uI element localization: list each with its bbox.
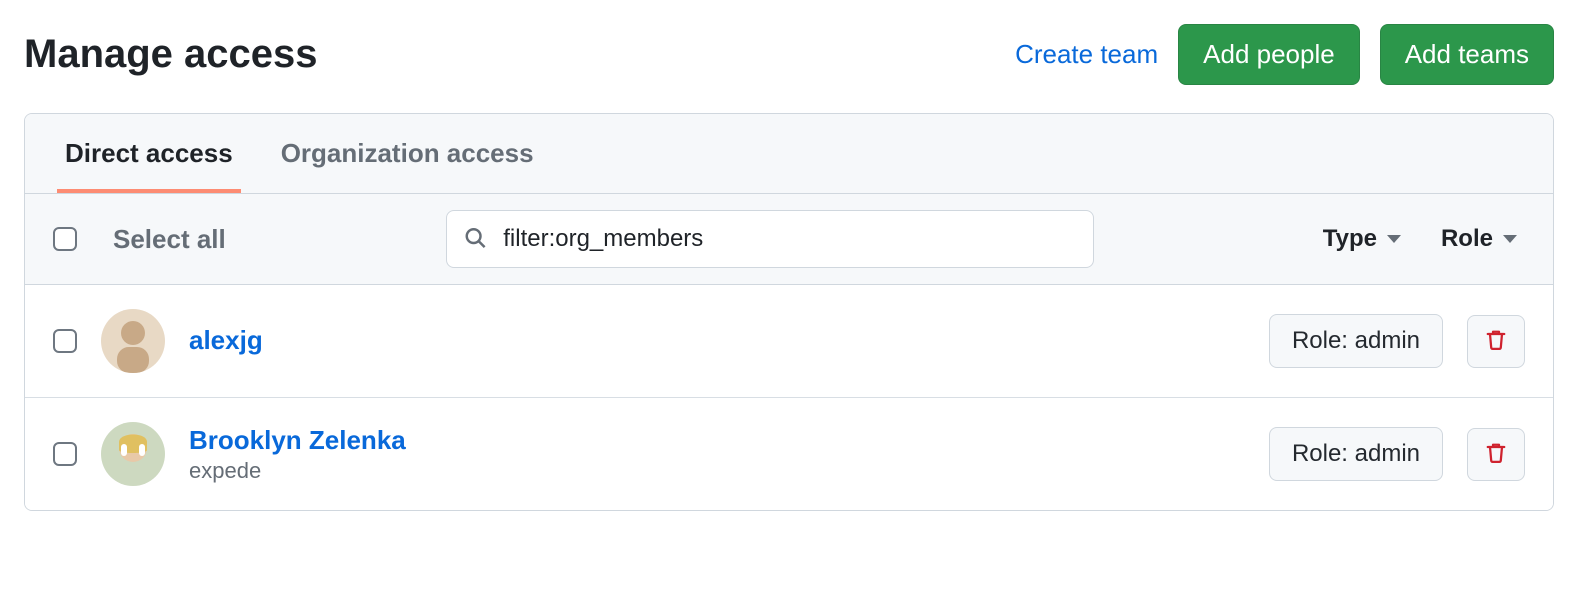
add-people-button[interactable]: Add people: [1178, 24, 1360, 85]
search-icon: [464, 227, 486, 252]
role-select-button[interactable]: Role: admin: [1269, 427, 1443, 481]
type-filter-dropdown[interactable]: Type: [1315, 225, 1409, 253]
access-tabs: Direct access Organization access: [25, 114, 1553, 194]
user-display-name-link[interactable]: Brooklyn Zelenka: [189, 425, 1245, 456]
member-row: Brooklyn Zelenka expede Role: admin: [25, 398, 1553, 510]
access-panel: Direct access Organization access Select…: [24, 113, 1554, 511]
user-info: Brooklyn Zelenka expede: [189, 425, 1245, 484]
row-checkbox[interactable]: [53, 329, 77, 353]
filter-search-input[interactable]: [446, 210, 1094, 268]
trash-icon: [1484, 441, 1508, 468]
caret-down-icon: [1503, 235, 1517, 243]
select-all-label: Select all: [113, 224, 226, 255]
user-info: alexjg: [189, 325, 1245, 358]
role-filter-dropdown[interactable]: Role: [1433, 225, 1525, 253]
list-toolbar: Select all Type Role: [25, 194, 1553, 285]
user-username: expede: [189, 458, 1245, 484]
create-team-link[interactable]: Create team: [1015, 39, 1158, 70]
page-header: Manage access Create team Add people Add…: [24, 24, 1554, 85]
tab-organization-access[interactable]: Organization access: [273, 114, 542, 193]
select-all-checkbox[interactable]: [53, 227, 77, 251]
search-field-wrap: [446, 210, 1094, 268]
avatar: [101, 422, 165, 486]
role-select-button[interactable]: Role: admin: [1269, 314, 1443, 368]
remove-member-button[interactable]: [1467, 428, 1525, 481]
caret-down-icon: [1387, 235, 1401, 243]
trash-icon: [1484, 328, 1508, 355]
header-actions: Create team Add people Add teams: [1015, 24, 1554, 85]
tab-direct-access[interactable]: Direct access: [57, 114, 241, 193]
remove-member-button[interactable]: [1467, 315, 1525, 368]
role-filter-label: Role: [1441, 225, 1493, 253]
member-row: alexjg Role: admin: [25, 285, 1553, 398]
user-display-name-link[interactable]: alexjg: [189, 325, 1245, 356]
avatar: [101, 309, 165, 373]
type-filter-label: Type: [1323, 225, 1377, 253]
page-title: Manage access: [24, 32, 318, 77]
row-checkbox[interactable]: [53, 442, 77, 466]
add-teams-button[interactable]: Add teams: [1380, 24, 1554, 85]
